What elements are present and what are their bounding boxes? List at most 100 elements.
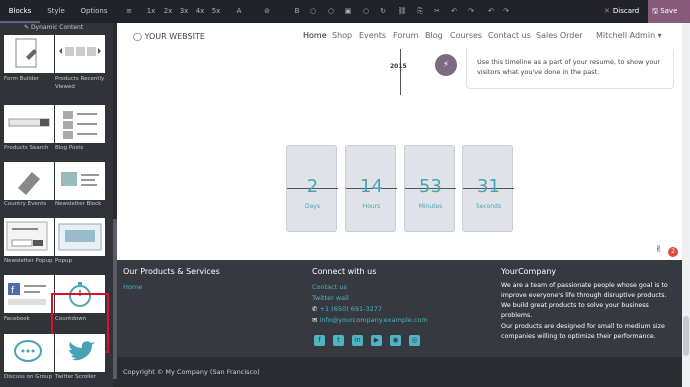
snippet-newsletter-popup[interactable] <box>4 218 54 256</box>
footer-link-twitter-wall[interactable]: Twitter wall <box>312 294 349 302</box>
snippet-facebook[interactable]: f <box>4 275 54 313</box>
snippet-label: Facebook <box>4 316 30 322</box>
bolt-icon: ⚡ <box>435 54 457 76</box>
copyright-bar: Copyright © My Company (San Francisco) <box>117 357 682 387</box>
countdown-days: 2 Days <box>286 145 338 232</box>
footer-company-heading: YourCompany <box>501 267 557 276</box>
page-scrollbar-thumb[interactable] <box>683 316 689 356</box>
size-4x-button[interactable]: 4x <box>195 6 205 17</box>
scissors-icon[interactable]: ↶ <box>449 6 459 17</box>
nav-home[interactable]: Home <box>303 31 327 40</box>
facebook-page-icon: f <box>8 283 46 305</box>
countdown-unit: Seconds <box>475 203 502 210</box>
snippet-label: Popup <box>55 258 72 264</box>
site-navbar: ◯ YOUR WEBSITE Home Shop Events Forum Bl… <box>117 23 682 49</box>
snippet-panel: ✎ Dynamic Content Form Builder Products … <box>0 23 117 387</box>
countdown-unit: Hours <box>362 203 381 210</box>
snippet-form-builder[interactable] <box>4 35 54 73</box>
discard-label: Discard <box>612 7 640 15</box>
size-2x-button[interactable]: 2x <box>163 6 173 17</box>
nav-courses[interactable]: Courses <box>450 31 482 40</box>
footer-phone-text: +1 (650) 691-3277 <box>319 305 383 313</box>
youtube-icon[interactable]: ▶ <box>371 335 382 346</box>
refresh-icon[interactable]: ⛓ <box>397 6 407 17</box>
document-icon <box>15 38 37 68</box>
user-menu[interactable]: Mitchell Admin ▾ <box>596 31 662 40</box>
footer-company-about: We are a team of passionate people whose… <box>501 282 668 319</box>
phone-icon: ✆ <box>312 305 320 313</box>
circle-icon-2[interactable]: ○ <box>326 6 336 17</box>
github-icon[interactable]: ◉ <box>390 335 401 346</box>
chat-bubble-icon <box>14 340 42 362</box>
size-3x-button[interactable]: 3x <box>179 6 189 17</box>
save-icon: 🖫 <box>652 7 661 15</box>
snippet-blog-posts[interactable] <box>55 105 105 143</box>
snippet-label: Blog Posts <box>55 145 84 151</box>
dynamic-content-heading: ✎ Dynamic Content <box>24 23 83 32</box>
newsletter-icon <box>61 172 99 186</box>
nav-blog[interactable]: Blog <box>425 31 443 40</box>
pencil-icon: ✎ <box>24 24 31 31</box>
redo-icon[interactable]: ↷ <box>501 6 511 17</box>
nav-shop[interactable]: Shop <box>332 31 352 40</box>
square-icon[interactable]: ▣ <box>343 6 353 17</box>
snippet-twitter-scroller[interactable] <box>55 334 105 372</box>
footer-products-heading: Our Products & Services <box>123 267 220 276</box>
tab-blocks[interactable]: Blocks <box>0 0 40 23</box>
footer-link-home[interactable]: Home <box>123 283 142 291</box>
nav-forum[interactable]: Forum <box>393 31 418 40</box>
footer-connect-heading: Connect with us <box>312 267 377 276</box>
instagram-icon[interactable]: ◎ <box>409 335 420 346</box>
site-footer: Our Products & Services Home Connect wit… <box>117 260 682 357</box>
nav-events[interactable]: Events <box>359 31 386 40</box>
save-label: Save <box>660 7 678 15</box>
snippet-label: Twitter Scroller <box>55 374 96 380</box>
font-color-icon[interactable]: A <box>233 6 245 17</box>
timeline-line <box>400 49 401 95</box>
footer-link-contact[interactable]: Contact us <box>312 283 347 291</box>
countdown-hours: 14 Hours <box>345 145 397 232</box>
circle-icon-3[interactable]: ○ <box>361 6 371 17</box>
linkedin-icon[interactable]: in <box>352 335 363 346</box>
footer-phone[interactable]: ✆ +1 (650) 691-3277 <box>312 305 382 313</box>
copyright-text: Copyright © My Company (San Francisco) <box>123 368 260 376</box>
trash-icon[interactable]: ↷ <box>466 6 476 17</box>
save-button[interactable]: 🖫 Save <box>648 0 690 23</box>
notification-badge[interactable]: 2 <box>668 247 678 257</box>
snippet-newsletter-block[interactable] <box>55 162 105 200</box>
hand-icon[interactable]: ✌ <box>655 245 663 255</box>
bold-icon[interactable]: B <box>292 6 302 17</box>
snippet-country-events[interactable] <box>4 162 54 200</box>
snippet-popup[interactable] <box>55 218 105 256</box>
snippet-discuss-on-group[interactable] <box>4 334 54 372</box>
clone-icon[interactable]: ⎘ <box>415 6 425 17</box>
undo-icon[interactable]: ↶ <box>486 6 496 17</box>
editor-toolbar: Blocks Style Options ≡ 1x 2x 3x 4x 5x A … <box>0 0 690 23</box>
image-icon[interactable]: ↻ <box>378 6 388 17</box>
footer-email[interactable]: ✉ info@yourcompany.example.com <box>312 316 428 324</box>
timeline-text: Use this timeline as a part of your resu… <box>477 58 661 76</box>
nav-sales-order[interactable]: Sales Order <box>536 31 583 40</box>
nav-contact-us[interactable]: Contact us <box>488 31 531 40</box>
snippet-products-recently-viewed[interactable] <box>55 35 105 73</box>
size-5x-button[interactable]: 5x <box>211 6 221 17</box>
snippet-label: Country Events <box>4 201 47 207</box>
circle-icon[interactable]: ○ <box>308 6 318 17</box>
countdown-value: 14 <box>360 176 383 197</box>
link-icon[interactable]: ✂ <box>432 6 442 17</box>
facebook-icon[interactable]: f <box>314 335 325 346</box>
footer-email-text: info@yourcompany.example.com <box>319 316 428 324</box>
discard-button[interactable]: ✕ Discard <box>604 0 639 23</box>
envelope-icon: ✉ <box>312 316 320 324</box>
tab-style[interactable]: Style <box>40 0 72 23</box>
twitter-icon[interactable]: t <box>333 335 344 346</box>
brush-icon[interactable]: ⊘ <box>261 6 273 17</box>
countdown-minutes: 53 Minutes <box>404 145 456 232</box>
snippet-products-search[interactable] <box>4 105 54 143</box>
size-1x-button[interactable]: 1x <box>146 6 156 17</box>
countdown-unit: Minutes <box>418 203 443 210</box>
tab-options[interactable]: Options <box>74 0 114 23</box>
site-logo[interactable]: ◯ YOUR WEBSITE <box>133 32 205 41</box>
paragraph-style-icon[interactable]: ≡ <box>122 6 136 17</box>
snippet-label: Products Search <box>4 145 49 151</box>
